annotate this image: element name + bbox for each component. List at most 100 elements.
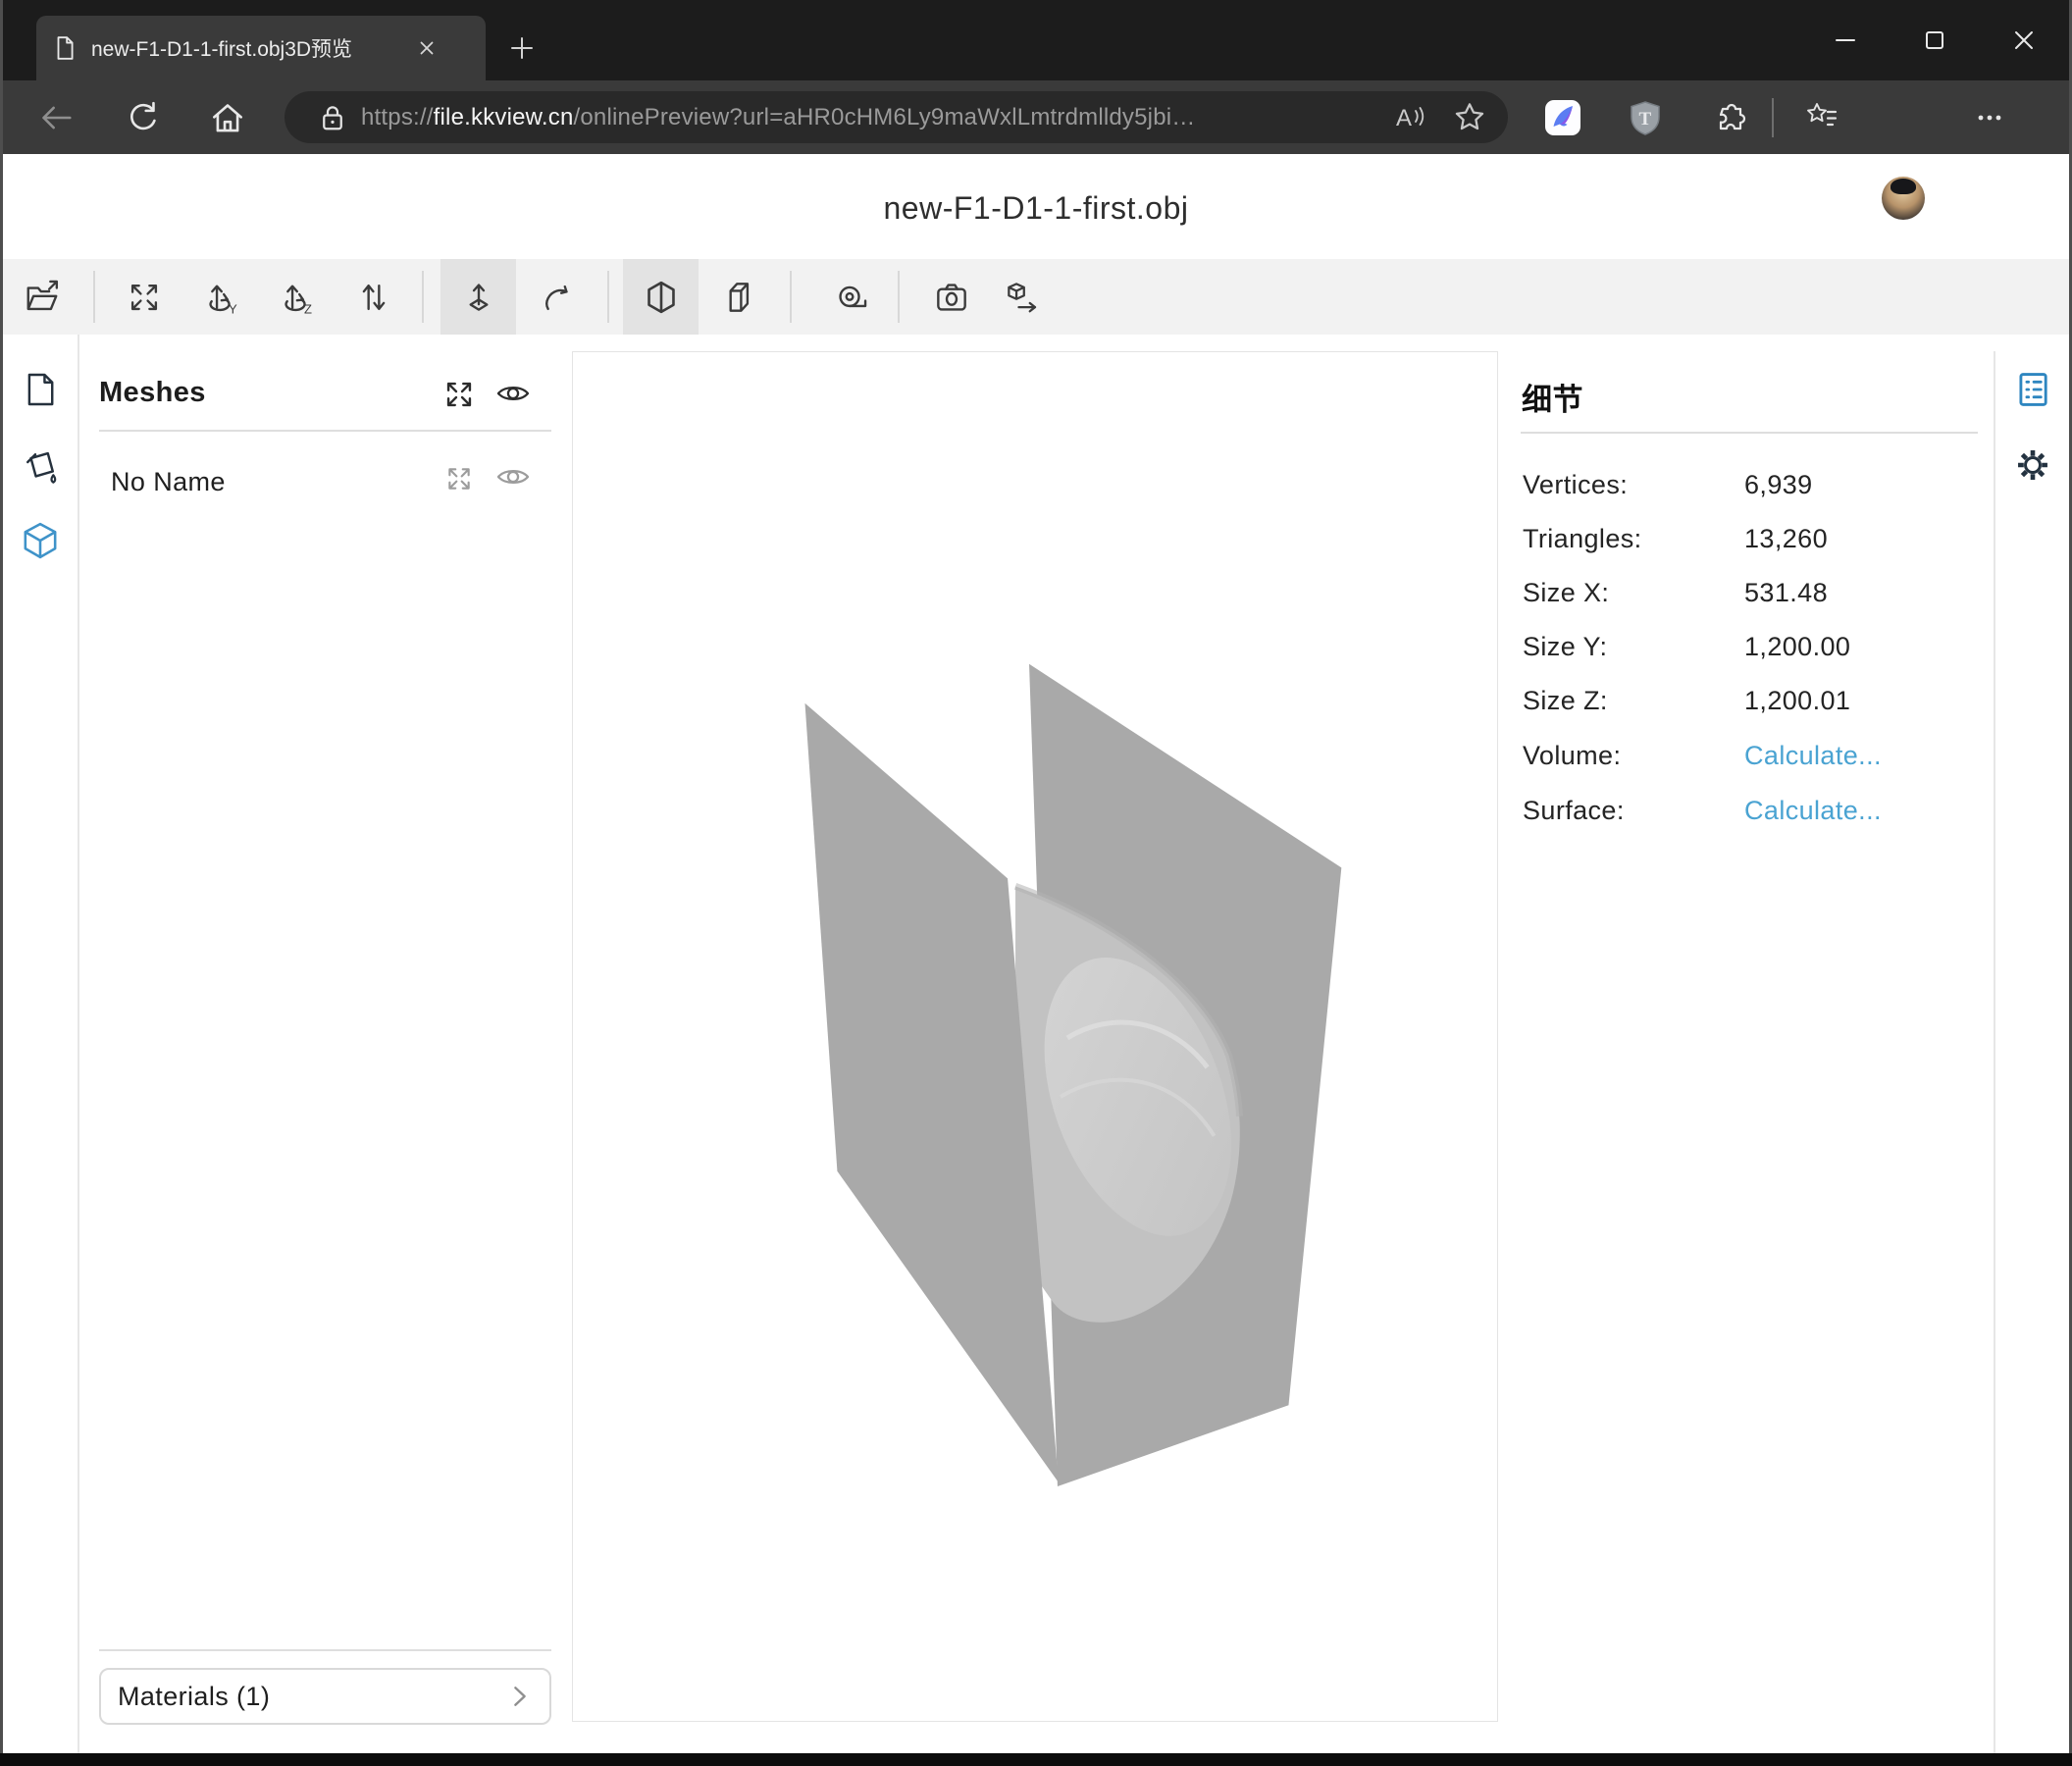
eye-icon	[495, 374, 531, 413]
details-separator	[1521, 432, 1978, 434]
detail-label: Size Y:	[1523, 632, 1607, 662]
toolbar-separator	[790, 271, 792, 323]
materials-paint-icon	[21, 447, 60, 487]
viewer-settings-button[interactable]	[2009, 442, 2056, 489]
details-row: Surface: Calculate...	[1523, 796, 1984, 829]
left-rail	[3, 335, 79, 1753]
detail-label: Volume:	[1523, 741, 1621, 771]
fit-view-button[interactable]	[106, 259, 181, 335]
window-maximize-button[interactable]	[1904, 10, 1965, 71]
shield-t-icon: T	[1626, 98, 1665, 137]
model-viewport[interactable]	[572, 351, 1498, 1722]
shading-mode-button[interactable]	[623, 259, 699, 335]
tab-favicon-document-icon	[52, 35, 78, 61]
meshes-tab-active[interactable]	[20, 520, 61, 561]
file-info-tab[interactable]	[20, 369, 61, 410]
calculate-surface-link[interactable]: Calculate...	[1744, 796, 1882, 826]
viewer-toolbar: Y Z	[0, 259, 2072, 335]
svg-text:Z: Z	[303, 301, 311, 315]
meshes-fit-all-button[interactable]	[441, 377, 477, 412]
details-row: Size Z: 1,200.01	[1523, 686, 1984, 719]
settings-more-button[interactable]	[1960, 80, 2019, 154]
window-minimize-button[interactable]	[1815, 10, 1876, 71]
thunder-extension-button[interactable]	[1533, 80, 1592, 154]
details-row: Vertices: 6,939	[1523, 470, 1984, 503]
back-button[interactable]	[26, 80, 85, 154]
window-border	[0, 0, 3, 1766]
export-model-icon	[1004, 279, 1041, 316]
favorite-star-icon[interactable]	[1451, 99, 1488, 136]
details-tab-active[interactable]	[2009, 366, 2056, 413]
collections-button[interactable]	[1792, 80, 1851, 154]
back-arrow-icon	[37, 99, 75, 136]
materials-button[interactable]: Materials (1)	[99, 1668, 551, 1725]
up-axis-icon	[460, 279, 497, 316]
chevron-right-icon	[506, 1683, 534, 1710]
home-icon	[209, 99, 246, 136]
details-list-icon	[2011, 368, 2054, 411]
toolbar-separator	[93, 271, 95, 323]
flip-vertical-button[interactable]	[336, 259, 411, 335]
file-info-icon	[21, 370, 60, 409]
right-rail-separator	[1994, 351, 1995, 1753]
left-plane	[804, 703, 1058, 1482]
export-model-button[interactable]	[984, 259, 1060, 335]
toolbar-separator	[607, 271, 609, 323]
meshes-separator	[99, 430, 551, 432]
detail-label: Size X:	[1523, 578, 1609, 608]
measure-tape-icon	[834, 279, 871, 316]
new-tab-button[interactable]	[506, 32, 538, 64]
open-model-button[interactable]	[4, 259, 79, 335]
close-icon	[2008, 25, 2040, 56]
extensions-button[interactable]	[1699, 80, 1758, 154]
mesh-item-label[interactable]: No Name	[111, 467, 226, 497]
materials-button-label: Materials (1)	[118, 1682, 506, 1712]
address-bar[interactable]: https://file.kkview.cn/onlinePreview?url…	[285, 91, 1508, 143]
mesh-item-visibility-button[interactable]	[495, 459, 531, 494]
url-path: /onlinePreview?url=aHR0cHM6Ly9maWxlLmtrd…	[574, 104, 1196, 130]
detail-value: 1,200.00	[1744, 632, 1850, 662]
screenshot-button[interactable]	[913, 259, 989, 335]
refresh-icon	[125, 99, 162, 136]
detail-value: 531.48	[1744, 578, 1828, 608]
gear-icon	[2010, 442, 2055, 488]
camera-icon	[933, 279, 970, 316]
rotate-z-button[interactable]: Z	[260, 259, 336, 335]
toolbar-separator	[422, 271, 424, 323]
window-close-button[interactable]	[1994, 10, 2054, 71]
svg-text:A: A	[1396, 105, 1412, 131]
measure-button[interactable]	[814, 259, 890, 335]
detail-label: Surface:	[1523, 796, 1625, 826]
up-axis-button[interactable]	[440, 259, 516, 335]
url-scheme: https://	[361, 104, 434, 130]
lock-icon[interactable]	[318, 103, 347, 132]
browser-navbar: https://file.kkview.cn/onlinePreview?url…	[0, 80, 2072, 154]
meshes-visibility-button[interactable]	[495, 376, 531, 411]
rotate-y-button[interactable]: Y	[184, 259, 260, 335]
details-row: Size Y: 1,200.00	[1523, 632, 1984, 665]
rotate-y-icon: Y	[204, 279, 241, 316]
browser-tab[interactable]: new-F1-D1-1-first.obj3D预览	[36, 16, 486, 80]
details-panel-title: 细节	[1522, 375, 1583, 419]
page-title: new-F1-D1-1-first.obj	[0, 190, 2072, 227]
home-button[interactable]	[198, 80, 257, 154]
read-aloud-icon[interactable]: A	[1388, 98, 1427, 137]
eye-icon	[495, 458, 531, 495]
open-model-icon	[24, 279, 61, 316]
mesh-item-fit-button[interactable]	[441, 461, 477, 496]
bounding-box-button[interactable]	[700, 259, 776, 335]
expand-arrows-icon	[444, 464, 474, 493]
more-ellipsis-icon	[1970, 98, 2009, 137]
meshes-panel-title: Meshes	[99, 377, 206, 409]
materials-tab[interactable]	[20, 446, 61, 488]
svg-text:T: T	[1639, 109, 1652, 130]
shield-extension-button[interactable]: T	[1616, 80, 1675, 154]
orbit-arrow-icon	[538, 279, 575, 316]
model-3d-scene	[573, 352, 1497, 1721]
calculate-volume-link[interactable]: Calculate...	[1744, 741, 1882, 771]
detail-label: Vertices:	[1523, 470, 1628, 500]
orbit-button[interactable]	[518, 259, 594, 335]
tab-close-icon[interactable]	[415, 36, 439, 60]
refresh-button[interactable]	[114, 80, 173, 154]
detail-value: 6,939	[1744, 470, 1813, 500]
